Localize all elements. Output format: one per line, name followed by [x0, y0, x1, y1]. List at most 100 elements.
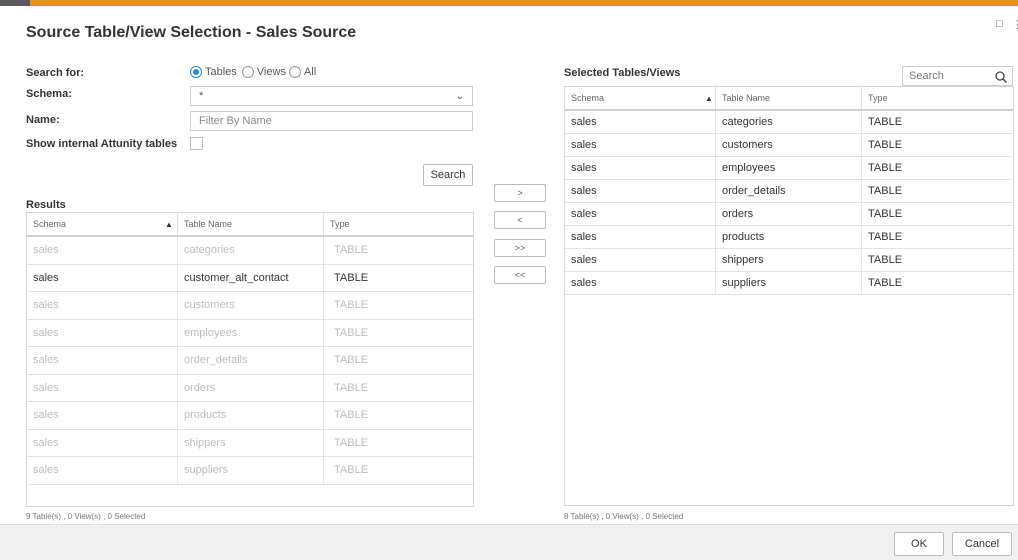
selected-cell-table-name: customers: [715, 134, 861, 156]
results-row[interactable]: sales orders TABLE: [27, 374, 473, 402]
sort-ascending-icon[interactable]: ▲: [165, 220, 173, 229]
selected-cell-schema: sales: [571, 277, 597, 289]
results-cell-table-name: categories: [177, 237, 323, 264]
results-cell-table-name: customers: [177, 292, 323, 319]
results-grid: Schema ▲ Table Name Type sales categories…: [26, 212, 474, 507]
schema-select-value: *: [199, 90, 204, 102]
top-accent-bar-dark: [0, 0, 30, 6]
results-col-table-name[interactable]: Table Name: [177, 213, 323, 235]
selected-search-input[interactable]: Search: [902, 66, 1013, 86]
results-col-schema[interactable]: Schema: [27, 213, 177, 235]
radio-all-label[interactable]: All: [304, 66, 316, 78]
search-button[interactable]: Search: [423, 164, 473, 186]
results-cell-table-name: order_details: [177, 347, 323, 374]
selected-cell-table-name: suppliers: [715, 272, 861, 294]
dialog-footer: [0, 524, 1018, 560]
remove-all-button[interactable]: <<: [494, 266, 546, 284]
results-cell-schema: sales: [33, 299, 59, 312]
results-status: 9 Table(s) , 0 View(s) , 0 Selected: [26, 512, 146, 521]
results-cell-type: TABLE: [323, 374, 473, 401]
results-row[interactable]: sales shippers TABLE: [27, 429, 473, 457]
selected-row[interactable]: sales employees TABLE: [565, 157, 1013, 180]
selected-col-type[interactable]: Type: [861, 87, 1013, 109]
results-grid-header: Schema ▲ Table Name Type: [27, 213, 473, 237]
results-cell-table-name: employees: [177, 319, 323, 346]
selected-row[interactable]: sales order_details TABLE: [565, 180, 1013, 203]
search-icon[interactable]: [994, 70, 1008, 84]
results-cell-table-name: shippers: [177, 429, 323, 456]
name-filter-placeholder: Filter By Name: [199, 115, 272, 127]
results-cell-type: TABLE: [323, 292, 473, 319]
results-row[interactable]: sales customer_alt_contact TABLE: [27, 264, 473, 292]
radio-views[interactable]: [241, 66, 254, 78]
add-selected-button[interactable]: >: [494, 184, 546, 202]
remove-selected-button[interactable]: <: [494, 211, 546, 229]
add-all-button[interactable]: >>: [494, 239, 546, 257]
results-row[interactable]: sales categories TABLE: [27, 237, 473, 265]
schema-label: Schema:: [26, 88, 72, 100]
results-cell-schema: sales: [33, 409, 59, 422]
selected-row[interactable]: sales orders TABLE: [565, 203, 1013, 226]
results-cell-table-name: products: [177, 402, 323, 429]
results-title: Results: [26, 199, 66, 211]
results-cell-type: TABLE: [323, 319, 473, 346]
radio-views-label[interactable]: Views: [257, 66, 286, 78]
results-cell-type: TABLE: [323, 264, 473, 291]
results-cell-type: TABLE: [323, 402, 473, 429]
maximize-icon[interactable]: □: [996, 18, 1003, 30]
results-row[interactable]: sales products TABLE: [27, 402, 473, 430]
selected-row[interactable]: sales products TABLE: [565, 226, 1013, 249]
show-internal-label: Show internal Attunity tables: [26, 138, 178, 150]
chevron-down-icon: ⌄: [455, 91, 464, 102]
show-internal-checkbox[interactable]: [190, 137, 203, 150]
results-cell-schema: sales: [33, 381, 59, 394]
cancel-button[interactable]: Cancel: [952, 532, 1012, 556]
name-filter-input[interactable]: Filter By Name: [190, 111, 473, 131]
selected-cell-table-name: order_details: [715, 180, 861, 202]
selected-cell-type: TABLE: [861, 180, 1013, 202]
dialog-title: Source Table/View Selection - Sales Sour…: [26, 24, 357, 41]
results-row[interactable]: sales suppliers TABLE: [27, 457, 473, 485]
results-row[interactable]: sales customers TABLE: [27, 292, 473, 320]
selected-cell-type: TABLE: [861, 272, 1013, 294]
selected-row[interactable]: sales suppliers TABLE: [565, 272, 1013, 295]
search-for-radio-group: Tables Views All: [190, 66, 317, 78]
results-cell-schema: sales: [33, 271, 59, 284]
results-row[interactable]: sales employees TABLE: [27, 319, 473, 347]
radio-all[interactable]: [288, 66, 301, 78]
results-row[interactable]: sales order_details TABLE: [27, 347, 473, 375]
results-cell-table-name: orders: [177, 374, 323, 401]
selected-col-table-name[interactable]: Table Name: [715, 87, 861, 109]
radio-tables[interactable]: [190, 66, 202, 78]
results-cell-table-name: suppliers: [177, 457, 323, 484]
results-cell-type: TABLE: [323, 429, 473, 456]
results-col-type[interactable]: Type: [323, 213, 473, 235]
schema-select[interactable]: * ⌄: [190, 86, 473, 106]
selected-cell-type: TABLE: [861, 226, 1013, 248]
selected-cell-schema: sales: [571, 185, 597, 197]
selected-col-schema[interactable]: Schema: [565, 87, 715, 109]
selected-cell-type: TABLE: [861, 134, 1013, 156]
selected-cell-schema: sales: [571, 116, 597, 128]
name-label: Name:: [26, 114, 60, 126]
selected-cell-type: TABLE: [861, 157, 1013, 179]
radio-tables-label[interactable]: Tables: [205, 66, 237, 78]
selected-cell-type: TABLE: [861, 111, 1013, 133]
selected-row[interactable]: sales customers TABLE: [565, 134, 1013, 157]
results-cell-schema: sales: [33, 244, 59, 257]
selected-cell-type: TABLE: [861, 249, 1013, 271]
selected-search-placeholder: Search: [909, 70, 944, 82]
sort-ascending-icon[interactable]: ▲: [705, 94, 713, 103]
close-icon[interactable]: ⋮: [1012, 18, 1018, 31]
ok-button[interactable]: OK: [894, 532, 944, 556]
selected-cell-table-name: shippers: [715, 249, 861, 271]
search-for-label: Search for:: [26, 67, 85, 79]
selected-grid: Schema ▲ Table Name Type sales categories…: [564, 86, 1014, 506]
selected-row[interactable]: sales categories TABLE: [565, 111, 1013, 134]
selected-title: Selected Tables/Views: [564, 67, 681, 79]
selected-grid-header: Schema ▲ Table Name Type: [565, 87, 1013, 111]
selected-row[interactable]: sales shippers TABLE: [565, 249, 1013, 272]
selected-cell-table-name: orders: [715, 203, 861, 225]
results-cell-type: TABLE: [323, 347, 473, 374]
results-cell-schema: sales: [33, 464, 59, 477]
